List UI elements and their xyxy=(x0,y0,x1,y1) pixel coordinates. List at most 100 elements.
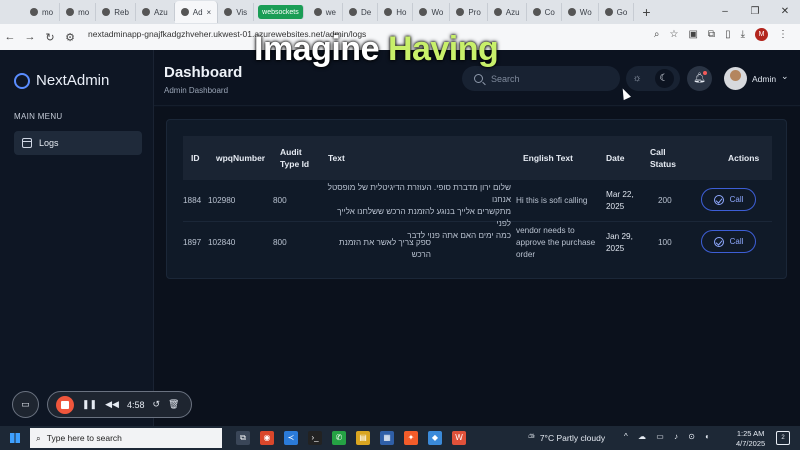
github-icon xyxy=(141,8,150,16)
postman-icon[interactable]: ✦ xyxy=(404,431,418,445)
stop-recording-button[interactable] xyxy=(56,395,74,414)
col-header-date: Date xyxy=(606,153,625,163)
browser-tab[interactable]: De xyxy=(343,3,379,21)
browser-tab[interactable]: Azu xyxy=(136,3,175,21)
window-controls: – ❐ ✕ xyxy=(710,0,800,24)
col-header-text: Text xyxy=(328,153,345,163)
call-button[interactable]: Call xyxy=(701,230,756,253)
system-tray[interactable]: ^ ☁ ▭ ♪ ⊙ ◐ xyxy=(624,432,714,441)
whatsapp-icon[interactable]: ✆ xyxy=(332,431,346,445)
address-bar-actions: ⌕ ☆ ▣ ⧉ ▯ ⤓ M ⋮ xyxy=(654,28,788,41)
google-icon xyxy=(604,8,613,16)
browser-tab[interactable]: mo xyxy=(60,3,97,21)
tab-favicon-icon xyxy=(30,8,38,16)
sun-icon[interactable]: ☼ xyxy=(632,73,641,84)
forward-icon[interactable]: → xyxy=(20,31,40,43)
sidebar-icon[interactable]: ▯ xyxy=(725,29,731,40)
sidebar-item-logs[interactable]: Logs xyxy=(14,131,142,155)
minimize-icon[interactable]: – xyxy=(710,0,740,24)
search-box[interactable] xyxy=(462,66,620,91)
browser-tab[interactable]: Co xyxy=(527,3,562,21)
profile-avatar[interactable]: M xyxy=(755,28,768,41)
browser-tab-active[interactable]: Ad × xyxy=(174,1,219,23)
chevron-down-icon[interactable]: ⌄ xyxy=(781,71,789,82)
moon-icon[interactable]: ☾ xyxy=(654,69,674,88)
new-tab-icon[interactable]: + xyxy=(642,4,650,20)
site-info-icon[interactable]: ⚙ xyxy=(60,31,80,44)
tab-favicon-icon xyxy=(384,8,393,16)
browser-tab[interactable]: mo xyxy=(24,3,61,21)
notifications-button[interactable]: 🔔︎ xyxy=(687,66,712,91)
col-header-actions: Actions xyxy=(728,153,760,163)
zoom-icon[interactable]: ⌕ xyxy=(654,29,660,40)
taskbar: ⌕ Type here to search ⧉ ◉ ≺ ›_ ✆ ▤ ▦ ✦ ◆… xyxy=(0,426,800,450)
browser-tab[interactable]: Reb xyxy=(96,3,136,21)
tab-group-websockets[interactable]: websockets xyxy=(258,5,304,19)
tab-favicon-icon xyxy=(348,8,357,16)
browser-tab[interactable]: Ho xyxy=(378,3,414,21)
app-name: NextAdmin xyxy=(36,72,110,89)
close-window-icon[interactable]: ✕ xyxy=(770,0,800,24)
app-icon[interactable]: ▦ xyxy=(380,431,394,445)
menu-kebab-icon[interactable]: ⋮ xyxy=(778,29,788,40)
github-icon xyxy=(419,8,428,16)
col-header-audit: Audit Type Id xyxy=(280,147,310,169)
task-view-icon[interactable]: ⧉ xyxy=(236,431,250,445)
cell-text: ספק צריך לאשר את הזמנת הרכש xyxy=(339,238,431,259)
app-icon[interactable]: W xyxy=(452,431,466,445)
windows-start-icon[interactable] xyxy=(0,426,30,450)
theme-toggle[interactable]: ☼ ☾ xyxy=(626,66,680,91)
cloud-sun-icon: ⛅︎ xyxy=(528,432,535,442)
browser-tab[interactable]: Vis xyxy=(218,3,255,21)
chrome-icon[interactable]: ◉ xyxy=(260,431,274,445)
pause-icon[interactable]: ❚❚ xyxy=(82,399,97,410)
table-row: 1884 102980 800 שלום ירון מדברת סופי. הע… xyxy=(183,180,772,240)
tab-favicon-icon xyxy=(493,8,502,16)
close-tab-icon[interactable]: × xyxy=(207,8,212,17)
weather-widget[interactable]: ⛅︎ 7°C Partly cloudy xyxy=(528,432,605,443)
browser-tab[interactable]: Pro xyxy=(450,3,488,21)
sidebar-item-label: Logs xyxy=(39,138,59,148)
col-header-id: ID xyxy=(191,153,200,163)
restart-icon[interactable]: ↺ xyxy=(152,399,160,410)
taskbar-clock[interactable]: 1:25 AM 4/7/2025 xyxy=(736,429,765,449)
browser-tab-bar: mo mo Reb Azu Ad × Vis websockets we De H… xyxy=(0,0,800,24)
github-icon xyxy=(532,8,541,16)
notification-center-icon[interactable]: 2 xyxy=(776,431,790,445)
extension-icon[interactable]: ▣ xyxy=(688,29,697,40)
vscode-icon[interactable]: ≺ xyxy=(284,431,298,445)
cell-wpq: 102840 xyxy=(208,238,236,247)
puzzle-icon[interactable]: ⧉ xyxy=(708,29,715,40)
cell-id: 1897 xyxy=(183,238,202,247)
terminal-icon[interactable]: ›_ xyxy=(308,431,322,445)
col-header-english: English Text xyxy=(523,153,573,163)
user-name[interactable]: Admin xyxy=(752,74,776,84)
page-title: Dashboard xyxy=(164,64,243,81)
tab-favicon-icon xyxy=(313,8,322,16)
call-button[interactable]: Call xyxy=(701,188,756,211)
user-avatar[interactable] xyxy=(724,67,747,90)
camera-toggle-icon[interactable]: ▭ xyxy=(12,391,39,418)
browser-tab[interactable]: we xyxy=(308,3,343,21)
taskbar-apps: ⧉ ◉ ≺ ›_ ✆ ▤ ▦ ✦ ◆ W xyxy=(236,431,466,445)
github-icon xyxy=(102,8,111,16)
browser-tab[interactable]: Wo xyxy=(413,3,451,21)
app-logo[interactable]: NextAdmin xyxy=(14,72,109,89)
taskbar-search[interactable]: ⌕ Type here to search xyxy=(30,428,222,448)
download-icon[interactable]: ⤓ xyxy=(741,29,745,40)
maximize-icon[interactable]: ❐ xyxy=(740,0,770,24)
back-icon[interactable]: ← xyxy=(0,31,20,43)
app-icon[interactable]: ◆ xyxy=(428,431,442,445)
bookmark-star-icon[interactable]: ☆ xyxy=(670,29,679,40)
search-icon xyxy=(474,74,483,83)
tab-favicon-icon xyxy=(180,8,189,16)
reload-icon[interactable]: ↻ xyxy=(40,31,60,44)
file-explorer-icon[interactable]: ▤ xyxy=(356,431,370,445)
browser-tab[interactable]: Go xyxy=(599,3,635,21)
cell-status: 100 xyxy=(658,238,672,247)
browser-tab[interactable]: Azu xyxy=(488,3,527,21)
search-input[interactable] xyxy=(491,73,601,84)
rewind-icon[interactable]: ◀◀ xyxy=(105,399,119,410)
delete-icon[interactable]: 🗑︎ xyxy=(168,399,179,410)
browser-tab[interactable]: Wo xyxy=(562,3,599,21)
